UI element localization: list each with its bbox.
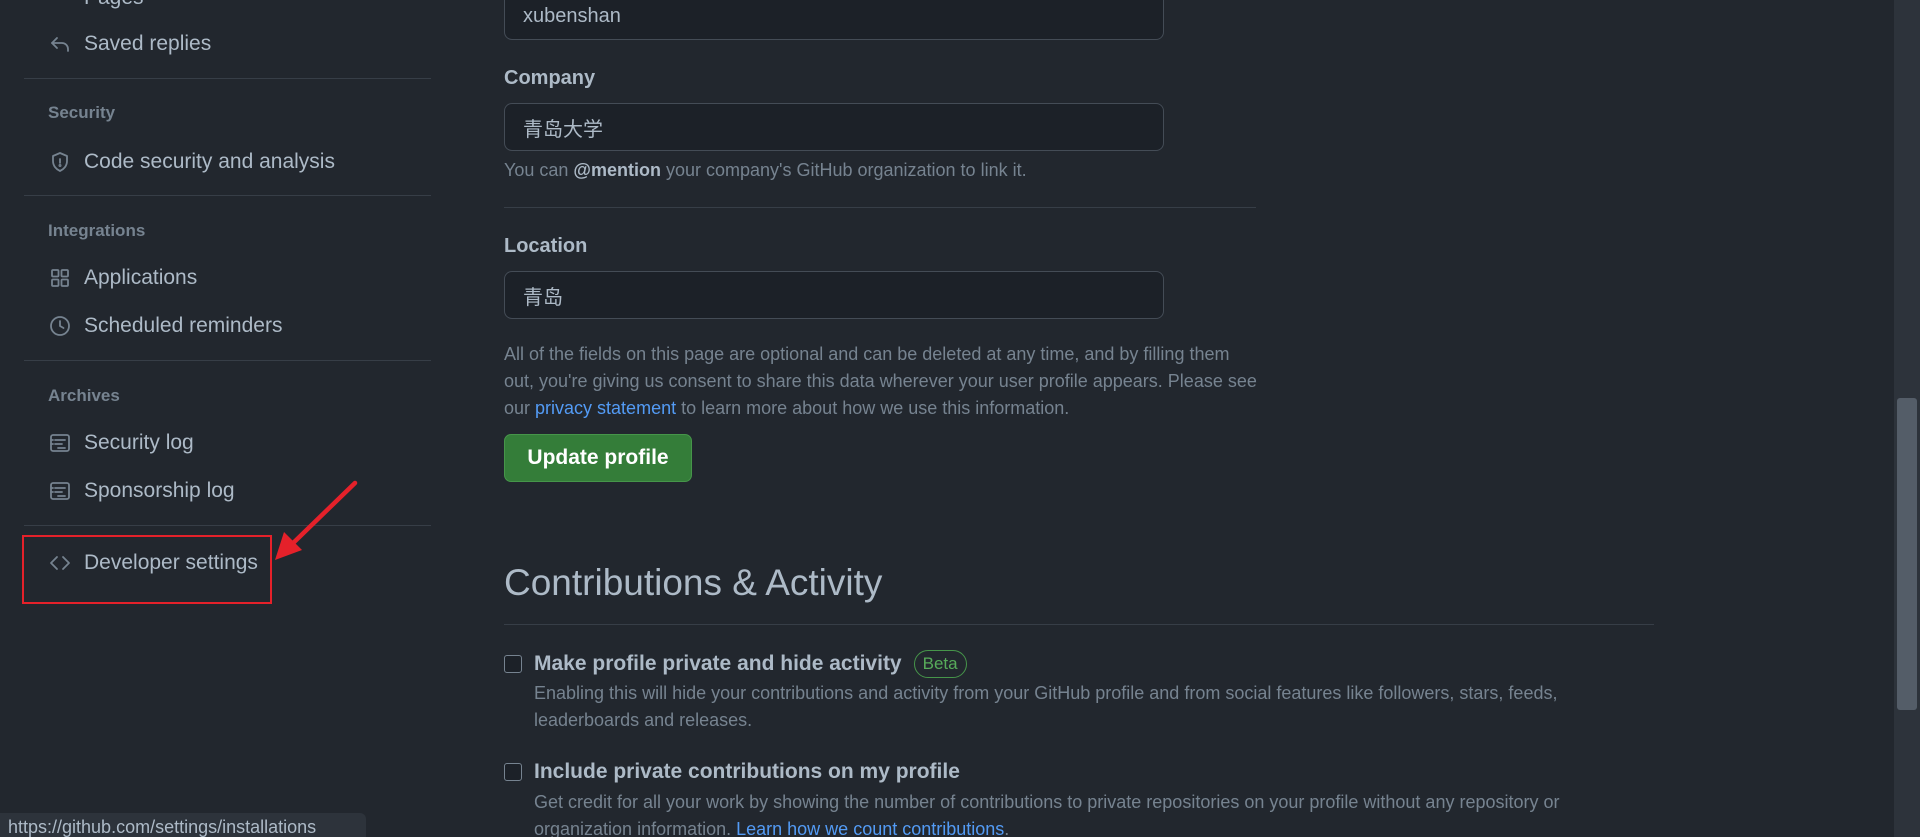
sidebar-item-label: Sponsorship log bbox=[84, 479, 235, 502]
company-help-text: You can @mention your company's GitHub o… bbox=[504, 160, 1027, 180]
status-bar-url: https://github.com/settings/installation… bbox=[0, 813, 366, 837]
reply-icon bbox=[48, 32, 72, 56]
annotation-arrow-icon bbox=[275, 480, 358, 560]
log-icon bbox=[48, 431, 72, 455]
location-input[interactable] bbox=[504, 271, 1164, 319]
sidebar-item-label: Code security and analysis bbox=[84, 150, 335, 173]
sidebar-divider bbox=[24, 360, 431, 361]
pages-icon bbox=[48, 0, 72, 10]
include-private-contributions-title: Include private contributions on my prof… bbox=[534, 760, 960, 783]
sidebar-item-pages[interactable]: Pages bbox=[48, 0, 144, 18]
location-label: Location bbox=[504, 235, 588, 257]
privacy-statement-link[interactable]: privacy statement bbox=[535, 398, 676, 418]
scrollbar-thumb[interactable] bbox=[1897, 398, 1917, 710]
profile-settings-main: Company You can @mention your company's … bbox=[504, 0, 1654, 837]
private-profile-title: Make profile private and hide activity B… bbox=[534, 650, 967, 678]
include-private-contributions-description: Get credit for all your work by showing … bbox=[534, 792, 1560, 837]
log-icon bbox=[48, 479, 72, 503]
form-divider bbox=[504, 207, 1256, 208]
sidebar-item-sponsorship-log[interactable]: Sponsorship log bbox=[48, 471, 235, 511]
private-profile-description: Enabling this will hide your contributio… bbox=[534, 683, 1558, 730]
private-profile-checkbox[interactable] bbox=[504, 655, 522, 673]
beta-badge: Beta bbox=[913, 650, 967, 678]
sidebar-item-label: Pages bbox=[84, 0, 144, 10]
mention-hint: @mention bbox=[573, 160, 661, 180]
sidebar-divider bbox=[24, 525, 431, 526]
contributions-section-title: Contributions & Activity bbox=[504, 562, 883, 603]
company-label: Company bbox=[504, 67, 596, 89]
sidebar-item-label: Scheduled reminders bbox=[84, 314, 283, 337]
annotation-highlight-box bbox=[22, 535, 272, 604]
clock-icon bbox=[48, 314, 72, 338]
sidebar-item-security-log[interactable]: Security log bbox=[48, 423, 194, 463]
consent-note: All of the fields on this page are optio… bbox=[504, 344, 1257, 418]
sidebar-item-label: Saved replies bbox=[84, 32, 212, 55]
sidebar-divider bbox=[24, 78, 431, 79]
update-profile-button[interactable]: Update profile bbox=[504, 434, 692, 482]
count-contributions-link[interactable]: Learn how we count contributions bbox=[736, 819, 1004, 837]
sidebar-section-archives: Archives bbox=[48, 386, 120, 405]
settings-sidebar: Pages Saved replies Security Code securi… bbox=[0, 0, 440, 837]
sidebar-item-label: Applications bbox=[84, 266, 198, 289]
sidebar-item-code-security[interactable]: Code security and analysis bbox=[48, 142, 335, 182]
sidebar-item-saved-replies[interactable]: Saved replies bbox=[48, 24, 211, 64]
include-private-contributions-checkbox[interactable] bbox=[504, 763, 522, 781]
sidebar-item-scheduled-reminders[interactable]: Scheduled reminders bbox=[48, 306, 282, 346]
sidebar-divider bbox=[24, 195, 431, 196]
name-input[interactable] bbox=[504, 0, 1164, 40]
company-input[interactable] bbox=[504, 103, 1164, 151]
sidebar-item-label: Security log bbox=[84, 431, 194, 454]
shield-icon bbox=[48, 150, 72, 174]
sidebar-item-applications[interactable]: Applications bbox=[48, 258, 197, 298]
sidebar-section-security: Security bbox=[48, 103, 116, 122]
apps-grid-icon bbox=[48, 266, 72, 290]
sidebar-section-integrations: Integrations bbox=[48, 221, 146, 240]
section-divider bbox=[504, 624, 1654, 625]
